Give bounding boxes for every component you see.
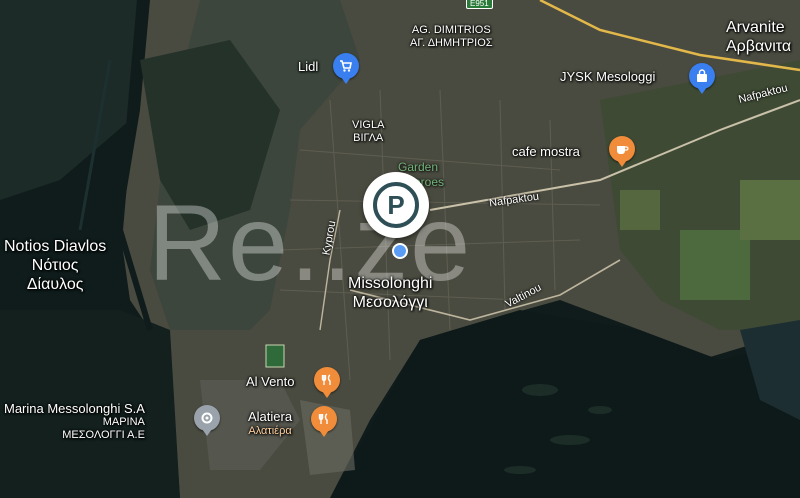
place-label-greek: Αρβανιτα bbox=[726, 38, 792, 55]
place-ag-dimitrios[interactable]: AG. DIMITRIOS ΑΓ. ΔΗΜΗΤΡΙΟΣ bbox=[410, 24, 493, 50]
restaurant-icon[interactable] bbox=[311, 406, 337, 432]
place-label-greek: Μεσολόγγι bbox=[352, 294, 428, 311]
poi-label-marina[interactable]: Marina Messolonghi S.A ΜΑΡΙΝΑ ΜΕΣΟΛΟΓΓΙ … bbox=[4, 401, 145, 442]
poi-label-alatiera[interactable]: Alatiera Αλατιέρα bbox=[248, 409, 292, 439]
place-label-greek: ΜΑΡΙΝΑ bbox=[102, 416, 145, 428]
parking-icon[interactable]: P bbox=[363, 172, 429, 238]
poi-label-al-vento[interactable]: Al Vento bbox=[246, 374, 294, 389]
place-label-greek: Δίαυλος bbox=[26, 276, 84, 293]
place-label-greek: Αλατιέρα bbox=[248, 425, 292, 437]
place-vigla[interactable]: VIGLA ΒΙΓΛΑ bbox=[352, 119, 384, 145]
place-label-latin: AG. DIMITRIOS bbox=[411, 24, 491, 36]
parking-symbol: P bbox=[373, 182, 419, 228]
place-label-latin: VIGLA bbox=[352, 119, 385, 131]
shopping-bag-icon[interactable] bbox=[689, 63, 715, 89]
place-label-latin: Arvanite bbox=[726, 19, 785, 36]
place-label-greek: Νότιος bbox=[31, 257, 79, 274]
place-label-greek: ΑΓ. ΔΗΜΗΤΡΙΟΣ bbox=[410, 37, 493, 49]
place-notios-diavlos[interactable]: Notios Diavlos Νότιος Δίαυλος bbox=[4, 237, 106, 294]
place-label-greek: ΜΕΣΟΛΟΓΓΙ Α.Ε bbox=[62, 429, 145, 441]
map-canvas[interactable]: Re..ze E951 Notios Diavlos Νότιος Δίαυλο… bbox=[0, 0, 800, 498]
poi-label-jysk[interactable]: JYSK Mesologgi bbox=[560, 69, 655, 84]
place-label-latin: Alatiera bbox=[248, 409, 293, 424]
place-label-latin: Notios Diavlos bbox=[4, 238, 107, 255]
place-missolonghi[interactable]: Missolonghi Μεσολόγγι bbox=[348, 274, 432, 312]
place-label-latin: Missolonghi bbox=[348, 275, 433, 292]
shopping-cart-icon[interactable] bbox=[333, 53, 359, 79]
poi-label-lidl[interactable]: Lidl bbox=[298, 59, 318, 74]
location-dot[interactable] bbox=[392, 243, 408, 259]
place-arvanites[interactable]: Arvanite Αρβανιτα bbox=[726, 18, 791, 56]
place-label-latin: Marina Messolonghi S.A bbox=[4, 401, 145, 416]
highway-shield: E951 bbox=[466, 0, 493, 9]
place-label-greek: ΒΙΓΛΑ bbox=[353, 132, 384, 144]
marina-icon[interactable] bbox=[194, 405, 220, 431]
restaurant-icon[interactable] bbox=[314, 367, 340, 393]
coffee-icon[interactable] bbox=[609, 136, 635, 162]
poi-label-cafe-mostra[interactable]: cafe mostra bbox=[512, 144, 580, 159]
